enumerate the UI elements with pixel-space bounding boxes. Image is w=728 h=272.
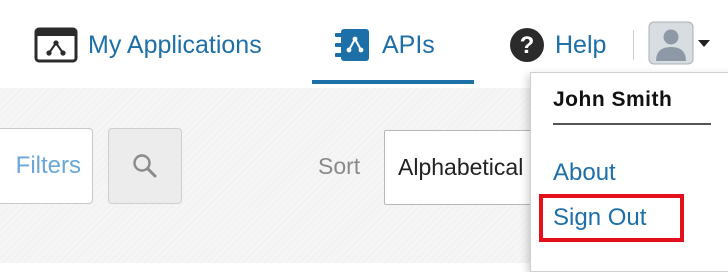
nav-help[interactable]: ? Help bbox=[509, 20, 606, 70]
help-question-icon: ? bbox=[509, 27, 545, 63]
filters-button-label: Filters bbox=[15, 152, 81, 179]
nav-apis[interactable]: APIs bbox=[332, 20, 435, 70]
svg-text:?: ? bbox=[520, 32, 535, 59]
user-menu-toggle[interactable] bbox=[648, 15, 728, 70]
user-avatar-icon bbox=[648, 21, 694, 65]
menu-item-sign-out-label: Sign Out bbox=[553, 204, 647, 231]
filters-button[interactable]: Filters bbox=[0, 128, 93, 204]
menu-divider bbox=[553, 123, 711, 125]
active-tab-indicator bbox=[312, 80, 474, 84]
applications-window-icon bbox=[34, 27, 78, 63]
nav-apis-label: APIs bbox=[382, 30, 435, 59]
search-icon bbox=[131, 152, 159, 180]
menu-item-sign-out[interactable]: Sign Out bbox=[539, 194, 684, 242]
user-name: John Smith bbox=[553, 88, 673, 111]
sort-select-value: Alphabetical bbox=[398, 154, 524, 180]
menu-item-about[interactable]: About bbox=[553, 159, 616, 187]
chevron-down-icon bbox=[698, 40, 710, 47]
api-book-icon bbox=[332, 25, 372, 65]
nav-divider bbox=[633, 30, 634, 60]
search-button[interactable] bbox=[108, 128, 182, 204]
nav-my-applications[interactable]: My Applications bbox=[34, 20, 262, 70]
user-dropdown-menu: John Smith About Sign Out bbox=[530, 72, 728, 272]
sort-label: Sort bbox=[318, 153, 361, 179]
nav-my-applications-label: My Applications bbox=[88, 30, 262, 59]
nav-help-label: Help bbox=[555, 30, 607, 59]
